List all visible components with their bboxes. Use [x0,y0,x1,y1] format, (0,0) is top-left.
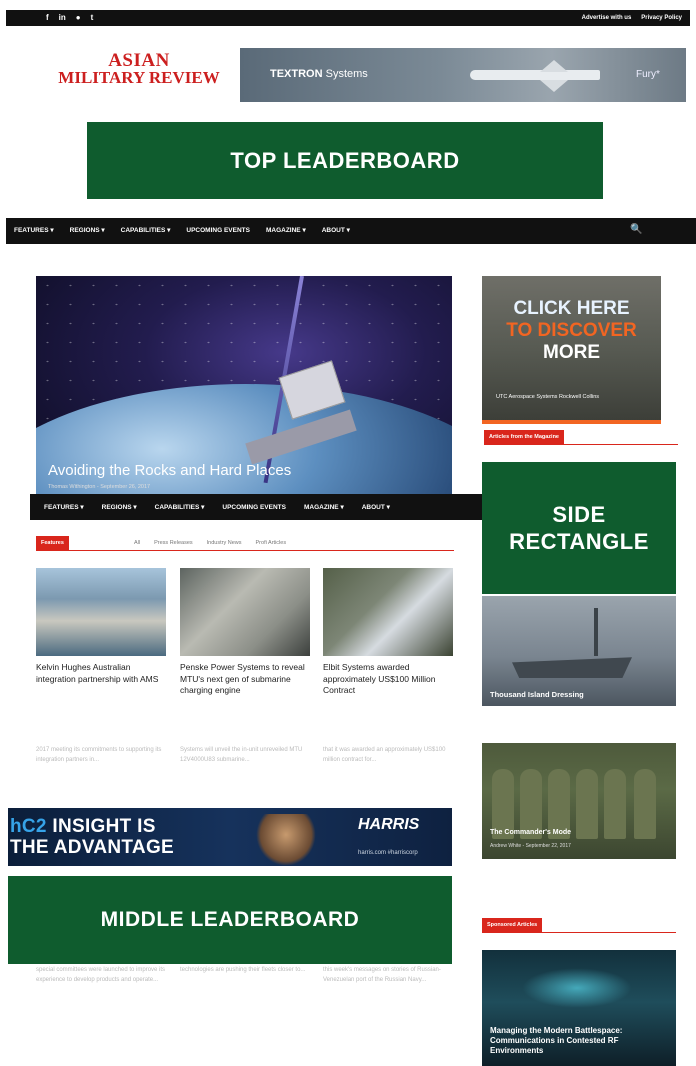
advertise-link[interactable]: Advertise with us [582,13,632,23]
article-image[interactable] [36,568,166,656]
nav2-item-capabilities[interactable]: CAPABILITIES ▾ [155,503,205,513]
filter-press-releases[interactable]: Press Releases [154,539,193,547]
missile-graphic [470,70,600,80]
soldier-figure-graphic [576,769,598,839]
search-icon[interactable]: 🔍 [630,224,642,235]
youtube-icon[interactable]: ● [76,12,81,24]
facebook-icon[interactable]: f [46,12,49,24]
article-title[interactable]: Elbit Systems awarded approximately US$1… [323,662,453,697]
section-divider [36,550,454,551]
side-story-title: Thousand Island Dressing [490,690,584,699]
person-graphic [256,814,316,866]
banner-brand-bold: TEXTRON [270,68,323,80]
magazine-layout-page: f in ● t Advertise with us Privacy Polic… [0,0,696,1066]
nav-item-upcoming-events[interactable]: UPCOMING EVENTS [186,226,250,236]
section-divider [484,444,678,445]
site-logo[interactable]: ASIAN MILITARY REVIEW [54,50,224,87]
section-divider [482,932,676,933]
nav2-item-regions[interactable]: REGIONS ▾ [102,503,137,513]
nav2-item-features[interactable]: FEATURES ▾ [44,503,84,513]
nav-item-about[interactable]: ABOUT ▾ [322,226,350,236]
nav2-item-upcoming-events[interactable]: UPCOMING EVENTS [222,503,286,513]
article-excerpt: this week's messages on stories of Russi… [323,967,441,983]
missile-fin-graphic [540,80,568,92]
top-links: Advertise with us Privacy Policy [582,13,682,23]
article-excerpt: special committees were launched to impr… [36,967,166,983]
nav-item-magazine[interactable]: MAGAZINE ▾ [266,226,306,236]
article-excerpt: 2017 meeting its commitments to supporti… [36,747,162,763]
sponsored-story-title: Managing the Modern Battlespace: Communi… [490,1026,623,1055]
magazine-section-label[interactable]: Articles from the Magazine [484,430,564,444]
cta-line-1: CLICK HERE [513,298,630,319]
article-image[interactable] [323,568,453,656]
secondary-navigation: FEATURES ▾ REGIONS ▾ CAPABILITIES ▾ UPCO… [30,494,484,520]
twitter-icon[interactable]: t [91,12,94,24]
top-leaderboard-placeholder: TOP LEADERBOARD [87,122,603,199]
soldier-figure-graphic [634,769,656,839]
top-bar: f in ● t Advertise with us Privacy Polic… [6,10,690,26]
filter-industry-news[interactable]: Industry News [207,539,242,547]
side-ad-logos: UTC Aerospace Systems Rockwell Collins [496,394,600,400]
privacy-policy-link[interactable]: Privacy Policy [641,13,682,23]
side-ad-accent-strip [482,420,661,424]
features-section-label[interactable]: Features [36,536,69,550]
ship-hull-graphic [512,657,632,678]
soldier-figure-graphic [604,769,626,839]
nav2-item-magazine[interactable]: MAGAZINE ▾ [304,503,344,513]
nav-item-features[interactable]: FEATURES ▾ [14,226,54,236]
banner-brand-rest: Systems [322,68,368,80]
filter-profi-articles[interactable]: Profi Articles [256,539,287,547]
main-navigation: FEATURES ▾ REGIONS ▾ CAPABILITIES ▾ UPCO… [6,218,696,244]
textron-banner-ad[interactable]: TEXTRON Systems Fury* [240,48,686,102]
missile-fin-graphic [540,60,568,72]
screen-glow-graphic [522,968,632,1008]
harris-logo: HARRIS [358,816,420,833]
harris-slogan: hC2 INSIGHT IS THE ADVANTAGE [10,816,174,858]
banner-product-name: Fury* [636,69,660,80]
middle-leaderboard-placeholder: MIDDLE LEADERBOARD [8,876,452,964]
logo-line-1: ASIAN [108,50,170,71]
nav-item-capabilities[interactable]: CAPABILITIES ▾ [121,226,171,236]
hero-title[interactable]: Avoiding the Rocks and Hard Places [48,462,291,479]
article-image[interactable] [180,568,310,656]
article-title[interactable]: Penske Power Systems to reveal MTU's nex… [180,662,310,697]
nav2-item-about[interactable]: ABOUT ▾ [362,503,390,513]
social-links: f in ● t [46,12,93,24]
side-ad-cta: CLICK HERE TO DISCOVER MORE [482,298,661,364]
cta-line-3: MORE [543,342,600,363]
sponsored-section-label[interactable]: Sponsored Articles [482,918,543,932]
article-excerpt: Systems will unveil the in-unit unreveil… [180,747,303,763]
hero-meta: Thomas Withington - September 26, 2017 [48,484,151,490]
ship-mast-graphic [594,608,598,656]
article-excerpt: technologies are pushing their fleets cl… [180,967,306,973]
side-ad-utc[interactable]: CLICK HERE TO DISCOVER MORE UTC Aerospac… [482,276,661,424]
nav-item-regions[interactable]: REGIONS ▾ [70,226,105,236]
filter-all[interactable]: All [134,539,140,547]
harris-slogan-part: INSIGHT IS [46,816,156,837]
cta-line-2: TO DISCOVER [506,320,637,341]
side-story-title: The Commander's Mode [490,829,572,836]
side-rectangle-placeholder: SIDE RECTANGLE [482,462,676,594]
harris-slogan-line2: THE ADVANTAGE [10,837,174,858]
side-story-ship[interactable]: Thousand Island Dressing [482,596,676,706]
article-excerpt: that it was awarded an approximately US$… [323,747,446,763]
side-story-soldiers[interactable]: The Commander's Mode Andrew White - Sept… [482,743,676,859]
harris-slogan-accent: hC2 [10,816,47,837]
linkedin-icon[interactable]: in [59,12,66,24]
sponsored-story[interactable]: Managing the Modern Battlespace: Communi… [482,950,676,1066]
side-story-meta: Andrew White - September 22, 2017 [490,843,571,849]
harris-web: harris.com #harriscorp [358,850,418,856]
logo-line-2: MILITARY REVIEW [58,68,220,87]
harris-banner-ad[interactable]: hC2 INSIGHT IS THE ADVANTAGE HARRIS harr… [8,808,452,866]
feature-filters: All Press Releases Industry News Profi A… [134,539,286,547]
article-title[interactable]: Kelvin Hughes Australian integration par… [36,662,166,685]
banner-brand: TEXTRON Systems [270,68,368,80]
